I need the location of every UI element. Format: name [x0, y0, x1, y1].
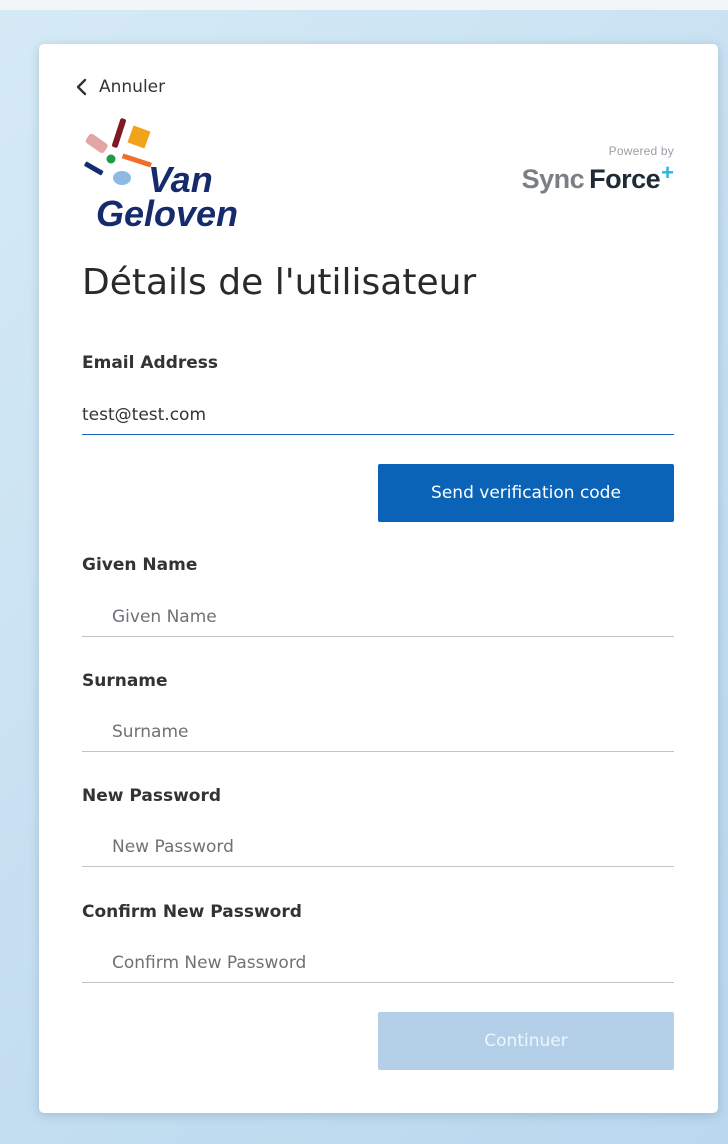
confirm-password-label: Confirm New Password	[82, 902, 302, 922]
email-label: Email Address	[82, 353, 219, 373]
surname-label: Surname	[82, 671, 168, 691]
logo-word-geloven: Geloven	[96, 193, 238, 232]
syncforce-plus: +	[661, 160, 674, 185]
syncforce-logo-sync: Sync	[521, 164, 585, 194]
given-name-input[interactable]	[82, 597, 674, 637]
continue-button[interactable]: Continuer	[378, 1012, 674, 1070]
chevron-left-icon	[76, 78, 87, 96]
powered-by-label: Powered by	[608, 144, 674, 158]
given-name-label: Given Name	[82, 555, 198, 575]
page-title: Détails de l'utilisateur	[82, 262, 477, 303]
send-verification-code-button[interactable]: Send verification code	[378, 464, 674, 522]
confirm-password-input[interactable]	[82, 943, 674, 983]
van-geloven-logo: Van Geloven	[82, 116, 262, 232]
cancel-link[interactable]: Annuler	[75, 76, 165, 98]
email-field[interactable]	[82, 395, 674, 435]
van-geloven-logo-mark: Van Geloven	[84, 118, 238, 232]
syncforce-logo: Sync Force +	[521, 160, 674, 195]
powered-by-syncforce: Powered by Sync Force +	[522, 144, 674, 194]
cancel-label: Annuler	[99, 77, 166, 97]
surname-input[interactable]	[82, 712, 674, 752]
syncforce-logo-force: Force	[589, 164, 661, 194]
browser-top-strip	[0, 0, 728, 10]
new-password-input[interactable]	[82, 827, 674, 867]
new-password-label: New Password	[82, 786, 222, 806]
